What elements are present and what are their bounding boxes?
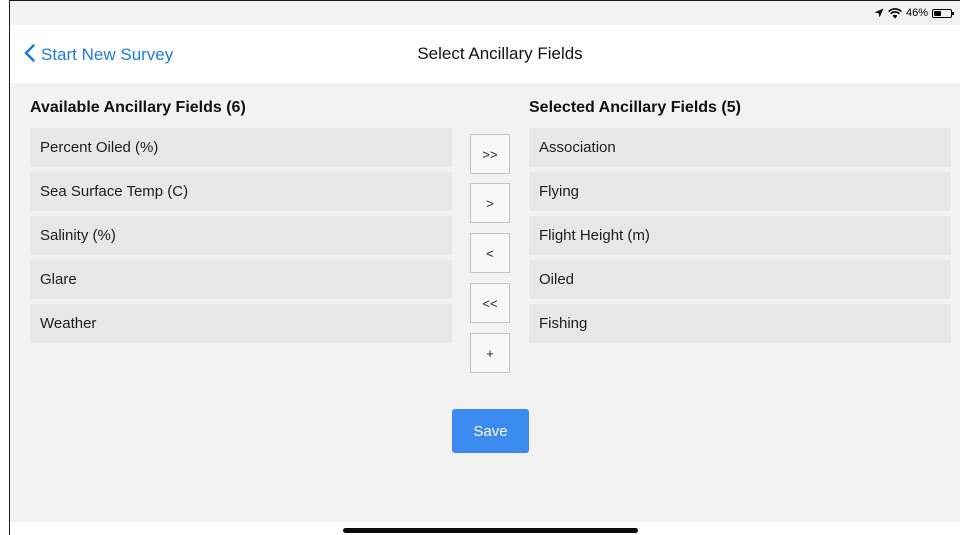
available-field-item[interactable]: Weather: [30, 304, 452, 343]
home-indicator[interactable]: [343, 528, 638, 533]
move-all-left-button[interactable]: <<: [470, 283, 510, 323]
battery-percent: 46%: [905, 7, 928, 19]
available-fields-list: Percent Oiled (%) Sea Surface Temp (C) S…: [30, 128, 452, 348]
battery-icon: [932, 8, 954, 18]
page-title: Select Ancillary Fields: [417, 44, 583, 63]
selected-field-item[interactable]: Association: [529, 128, 951, 167]
app-screen: 46% Start New Survey Select Ancillary Fi…: [9, 0, 960, 535]
selected-field-item[interactable]: Fishing: [529, 304, 951, 343]
selected-field-item[interactable]: Flight Height (m): [529, 216, 951, 255]
move-left-button[interactable]: <: [470, 233, 510, 273]
selected-fields-list: Association Flying Flight Height (m) Oil…: [529, 128, 951, 348]
available-field-item[interactable]: Salinity (%): [30, 216, 452, 255]
selected-field-item[interactable]: Oiled: [529, 260, 951, 299]
wifi-icon: [888, 7, 902, 19]
selected-fields-title: Selected Ancillary Fields (5): [529, 99, 741, 116]
available-field-item[interactable]: Glare: [30, 260, 452, 299]
selected-field-item[interactable]: Flying: [529, 172, 951, 211]
navigation-bar: Start New Survey Select Ancillary Fields: [10, 25, 960, 83]
move-right-button[interactable]: >: [470, 183, 510, 223]
status-bar: 46%: [874, 5, 954, 21]
available-field-item[interactable]: Percent Oiled (%): [30, 128, 452, 167]
add-field-button[interactable]: +: [470, 333, 510, 373]
save-button[interactable]: Save: [452, 409, 529, 453]
move-all-right-button[interactable]: >>: [470, 134, 510, 174]
location-arrow-icon: [874, 8, 884, 18]
available-field-item[interactable]: Sea Surface Temp (C): [30, 172, 452, 211]
available-fields-title: Available Ancillary Fields (6): [30, 99, 246, 116]
